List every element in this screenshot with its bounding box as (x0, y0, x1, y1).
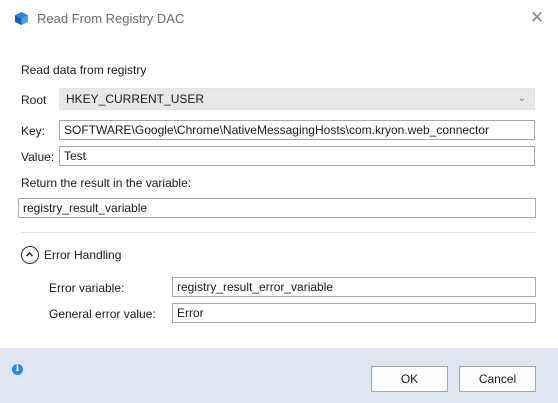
value-field[interactable]: Test (59, 146, 535, 166)
general-error-label: General error value: (49, 307, 156, 321)
result-variable-field[interactable]: registry_result_variable (18, 198, 536, 218)
info-icon[interactable]: i (12, 364, 23, 375)
cube-icon (14, 11, 29, 26)
error-handling-title: Error Handling (44, 248, 122, 262)
result-variable-label: Return the result in the variable: (21, 176, 192, 190)
chevron-up-icon[interactable] (21, 246, 39, 264)
section-divider (21, 232, 536, 233)
error-variable-label: Error variable: (49, 281, 125, 295)
window-title: Read From Registry DAC (37, 11, 185, 26)
ok-button[interactable]: OK (371, 366, 448, 392)
root-select[interactable]: HKEY_CURRENT_USER ⌄ (59, 88, 535, 110)
key-field[interactable]: SOFTWARE\Google\Chrome\NativeMessagingHo… (59, 120, 535, 140)
key-label: Key: (21, 124, 46, 138)
root-label: Root (21, 93, 47, 107)
value-label: Value: (21, 150, 55, 164)
cancel-button[interactable]: Cancel (459, 366, 536, 392)
close-icon[interactable]: ✕ (526, 7, 548, 29)
title-bar: Read From Registry DAC ✕ (0, 0, 558, 38)
section-heading: Read data from registry (21, 63, 147, 77)
chevron-down-icon: ⌄ (517, 93, 526, 104)
dialog-footer: i OK Cancel (0, 348, 558, 403)
root-select-value: HKEY_CURRENT_USER (66, 92, 205, 106)
error-variable-field[interactable]: registry_result_error_variable (172, 277, 536, 297)
general-error-field[interactable]: Error (172, 303, 536, 323)
